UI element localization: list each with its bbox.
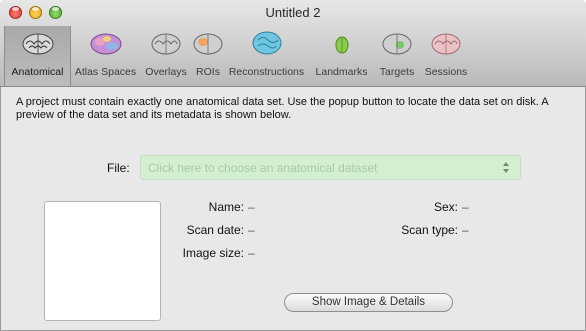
show-image-details-button[interactable]: Show Image & Details bbox=[284, 293, 453, 312]
tab-label: Landmarks bbox=[315, 66, 368, 78]
tab-label: Targets bbox=[379, 66, 415, 78]
brain-atlas-icon bbox=[90, 33, 121, 55]
meta-name: Name: – bbox=[176, 200, 255, 214]
tab-label: Atlas Spaces bbox=[74, 66, 137, 78]
meta-scan-type: Scan type: – bbox=[380, 223, 469, 237]
file-label: File: bbox=[107, 161, 130, 175]
toolbar: Untitled 2 Anatomical Atlas Spaces Overl… bbox=[0, 0, 586, 87]
app-window: Untitled 2 Anatomical Atlas Spaces Overl… bbox=[0, 0, 586, 331]
meta-scan-date: Scan date: – bbox=[176, 223, 255, 237]
scan-date-value: – bbox=[248, 223, 255, 237]
meta-image-size: Image size: – bbox=[176, 246, 255, 260]
tab-overlays[interactable]: Overlays bbox=[140, 26, 192, 86]
anatomical-panel: A project must contain exactly one anato… bbox=[0, 88, 586, 331]
brain-reconstructions-icon bbox=[252, 31, 281, 55]
brain-landmarks-icon bbox=[335, 36, 348, 54]
tab-targets[interactable]: Targets bbox=[374, 26, 420, 86]
tab-label: Overlays bbox=[145, 66, 187, 78]
tab-label: Reconstructions bbox=[228, 66, 305, 78]
brain-anatomical-icon bbox=[22, 33, 53, 55]
tab-atlas-spaces[interactable]: Atlas Spaces bbox=[71, 26, 140, 86]
scan-type-label: Scan type: bbox=[401, 223, 458, 237]
tab-sessions[interactable]: Sessions bbox=[420, 26, 472, 86]
tab-rois[interactable]: ROIs bbox=[192, 26, 224, 86]
toolbar-tabs: Anatomical Atlas Spaces Overlays ROIs Re… bbox=[4, 26, 472, 86]
brain-targets-icon bbox=[382, 33, 412, 55]
tab-label: Sessions bbox=[424, 66, 468, 78]
tab-reconstructions[interactable]: Reconstructions bbox=[224, 26, 309, 86]
sex-label: Sex: bbox=[433, 200, 458, 214]
name-value: – bbox=[248, 200, 255, 214]
tab-anatomical[interactable]: Anatomical bbox=[4, 26, 71, 86]
brain-overlays-icon bbox=[151, 33, 181, 55]
file-placeholder: Click here to choose an anatomical datas… bbox=[148, 161, 378, 175]
file-popup-button[interactable]: Click here to choose an anatomical datas… bbox=[140, 155, 521, 180]
sex-value: – bbox=[462, 200, 469, 214]
meta-sex: Sex: – bbox=[380, 200, 469, 214]
instructions-text: A project must contain exactly one anato… bbox=[16, 96, 549, 121]
image-size-value: – bbox=[248, 246, 255, 260]
window-title: Untitled 2 bbox=[265, 5, 321, 20]
scan-type-value: – bbox=[462, 223, 469, 237]
scan-date-label: Scan date: bbox=[186, 223, 244, 237]
brain-rois-icon bbox=[193, 33, 223, 55]
tab-landmarks[interactable]: Landmarks bbox=[309, 26, 374, 86]
tab-label: ROIs bbox=[196, 66, 220, 78]
dataset-preview bbox=[44, 201, 161, 321]
image-size-label: Image size: bbox=[182, 246, 244, 260]
brain-sessions-icon bbox=[431, 33, 461, 55]
popup-arrows-icon bbox=[503, 162, 509, 173]
name-label: Name: bbox=[208, 200, 244, 214]
tab-label: Anatomical bbox=[11, 66, 64, 78]
